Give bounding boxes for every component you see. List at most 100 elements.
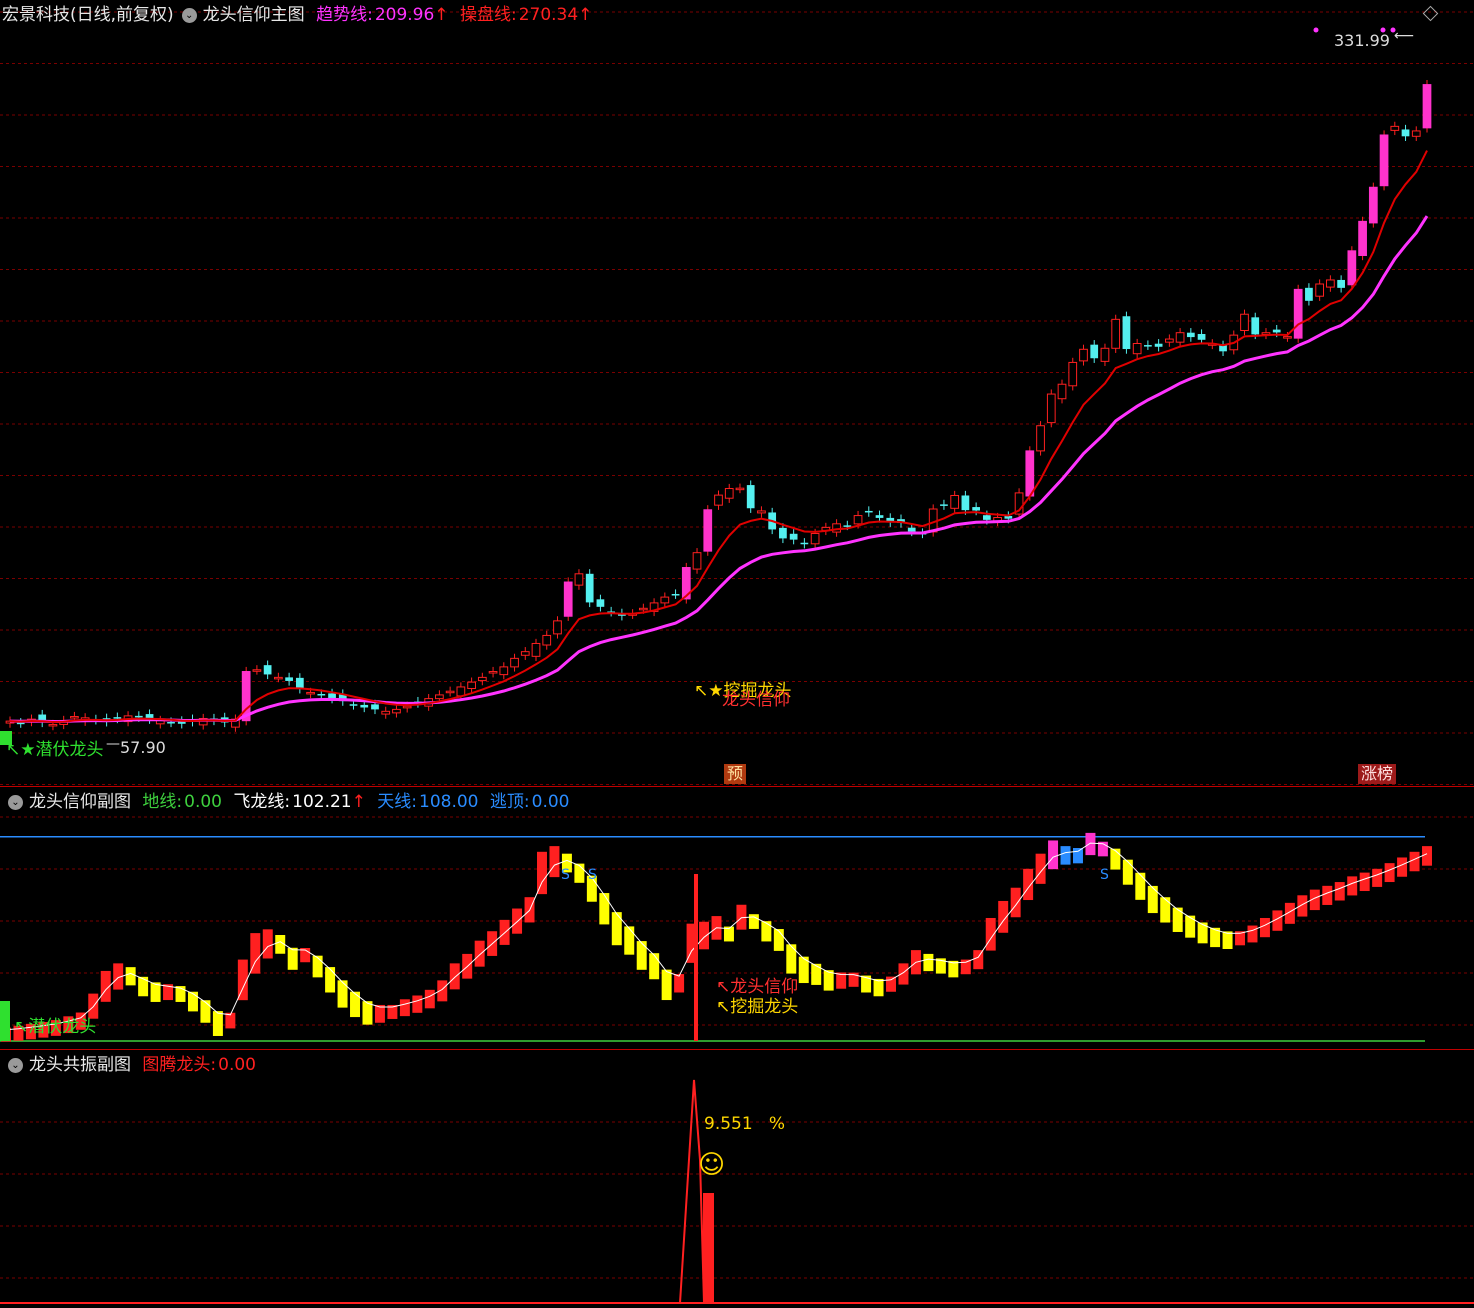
faith-bar — [337, 980, 348, 1008]
faith-bar — [1122, 859, 1133, 885]
sub1-latent-dragon-label: ↖潜伏龙头 — [14, 1012, 96, 1037]
faith-bar — [412, 995, 423, 1013]
dragon-faith-text: 龙头信仰 — [722, 690, 790, 710]
candle-body — [435, 694, 444, 700]
indicator-dropdown-icon[interactable]: ⌄ — [181, 7, 197, 23]
candle-body — [1144, 345, 1152, 347]
trend-line — [9, 215, 1429, 724]
sub-chart-1-panel[interactable]: ⌄ 龙头信仰副图 地线: 0.00 飞龙线: 102.21↑ 天线: 108.00 逃顶… — [0, 787, 1474, 1050]
candle-body — [864, 510, 873, 513]
candle-body — [853, 515, 863, 525]
resonance-chart[interactable] — [0, 1050, 1474, 1308]
latent-marker — [0, 1001, 10, 1041]
candle-body — [1251, 317, 1260, 335]
candle-body — [392, 708, 401, 714]
faith-bar — [636, 941, 647, 970]
candle-body — [317, 693, 326, 696]
candle-body — [746, 485, 755, 509]
sub2-header: ⌄ 龙头共振副图 图腾龙头: 0.00 — [0, 1050, 262, 1080]
candle-body — [456, 686, 466, 697]
candle-body — [16, 722, 25, 725]
candle-body — [381, 710, 391, 715]
totem-dragon-label: 图腾龙头: — [142, 1055, 217, 1075]
latent-dragon-text: 潜伏龙头 — [35, 740, 104, 760]
candle-body — [1100, 347, 1110, 362]
candle-body — [1219, 345, 1227, 352]
candle-body — [1272, 329, 1281, 333]
panel-divider[interactable] — [0, 786, 1474, 787]
faith-bar — [1334, 882, 1345, 901]
candle-body — [1132, 343, 1142, 355]
faith-bar — [1160, 897, 1171, 923]
candle-body — [574, 573, 584, 586]
candle-body — [843, 525, 852, 527]
candle-body — [477, 676, 487, 682]
panel-divider[interactable] — [0, 1049, 1474, 1050]
indicator-dropdown-icon[interactable]: ⌄ — [8, 1057, 23, 1073]
candle-body — [113, 717, 122, 719]
flying-up-arrow-icon: ↑ — [351, 792, 366, 812]
candle-body — [596, 599, 605, 607]
main-indicator-name[interactable]: 龙头信仰主图 — [203, 5, 305, 25]
sell-signal-s-3: S — [1100, 867, 1109, 883]
candle-body — [671, 594, 680, 596]
faith-bar — [611, 912, 622, 946]
faith-bar — [1247, 925, 1258, 943]
signal-spike — [694, 874, 698, 1041]
candle-body — [167, 722, 175, 724]
candle-body — [1025, 450, 1035, 497]
totem-line — [679, 1079, 705, 1304]
indicator-dropdown-icon[interactable]: ⌄ — [8, 794, 23, 810]
limit-up-tag: 涨榜 — [1358, 764, 1397, 784]
low-price-label: 57.90 — [120, 738, 166, 757]
candle-body — [488, 671, 498, 674]
candle-body — [1122, 316, 1131, 350]
candle-body — [1090, 344, 1099, 359]
candle-body — [585, 573, 594, 603]
faith-bar — [325, 967, 336, 993]
faith-bar — [1384, 863, 1395, 883]
candle-body — [810, 532, 820, 545]
signal-dot — [1313, 27, 1319, 33]
faith-bar — [212, 1011, 223, 1036]
pre-signal-tag: 预 — [724, 764, 747, 784]
percent-value-label: 9.551 % — [704, 1114, 785, 1134]
candle-body — [1368, 186, 1378, 224]
faith-bar — [649, 953, 660, 980]
main-candlestick-chart[interactable] — [0, 0, 1474, 787]
candle-body — [360, 704, 369, 708]
candle-body — [907, 527, 916, 532]
faith-bar — [973, 950, 984, 970]
faith-bar — [424, 989, 435, 1009]
arrow-icon: ↖ — [716, 997, 731, 1017]
faith-bar — [1135, 872, 1146, 900]
faith-bar — [1185, 915, 1196, 938]
faith-bar — [1222, 931, 1233, 949]
faith-bar — [287, 947, 298, 970]
candle-body — [499, 666, 509, 676]
flying-line-label: 飞龙线: — [233, 792, 291, 812]
candle-body — [134, 715, 143, 718]
candle-body — [252, 669, 262, 672]
candle-body — [1293, 288, 1303, 339]
candle-body — [1111, 318, 1121, 349]
stock-title[interactable]: 宏景科技(日线,前复权) — [2, 5, 174, 25]
sub2-indicator-name[interactable]: 龙头共振副图 — [29, 1055, 131, 1075]
sub-chart-2-panel[interactable]: ⌄ 龙头共振副图 图腾龙头: 0.00 9.551 % ☺ — [0, 1050, 1474, 1308]
sub1-indicator-name[interactable]: 龙头信仰副图 — [29, 792, 131, 812]
candle-body — [757, 510, 766, 514]
candle-body — [1186, 332, 1195, 338]
dig-dragon-text: 挖掘龙头 — [730, 997, 799, 1017]
faith-bar — [873, 978, 884, 997]
ground-line-label: 地线: — [142, 792, 183, 812]
candle-body — [1358, 220, 1367, 256]
faith-bar — [250, 933, 261, 974]
candle-body — [983, 515, 991, 520]
faith-bar — [1347, 876, 1358, 896]
candle-body — [328, 693, 336, 699]
candle-body — [1283, 336, 1292, 339]
main-chart-panel[interactable]: 宏景科技(日线,前复权) ⌄ 龙头信仰主图 趋势线: 209.96↑ 操盘线: 270.… — [0, 0, 1474, 787]
faith-bar — [773, 929, 784, 951]
candle-body — [703, 509, 713, 552]
candle-body — [1337, 279, 1345, 288]
